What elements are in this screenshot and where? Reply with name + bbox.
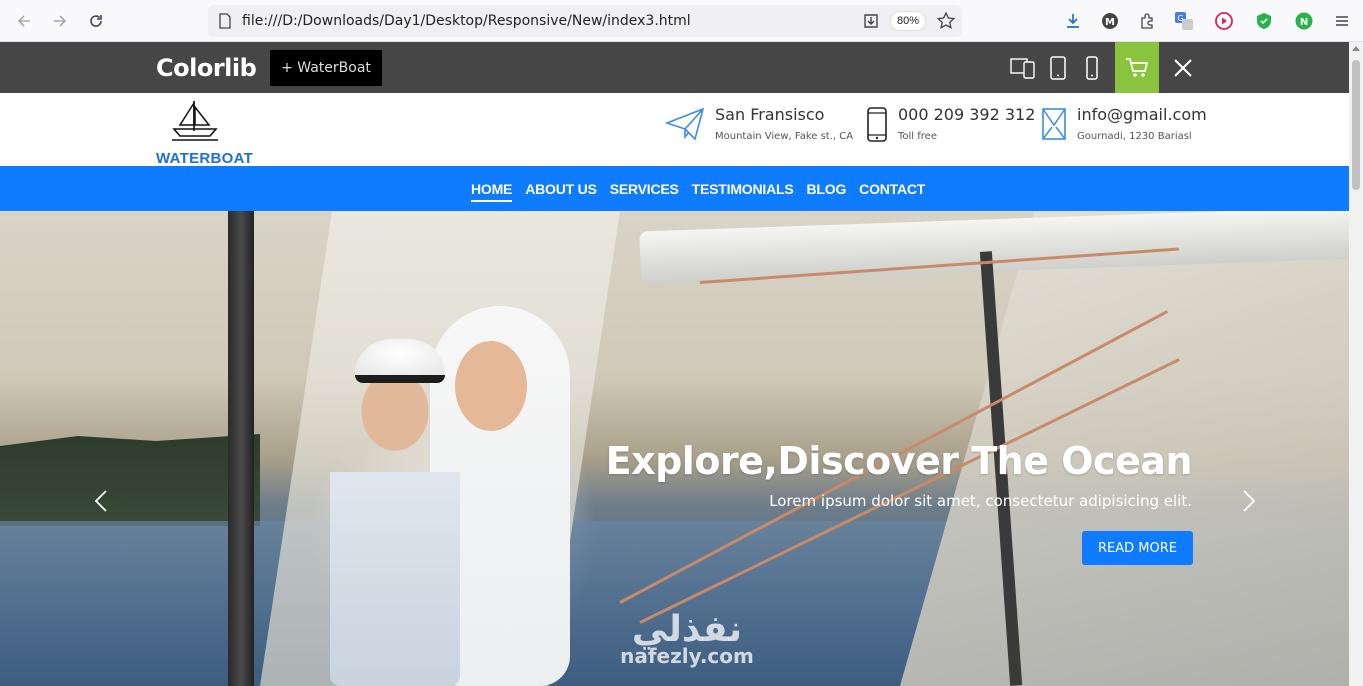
contact-title: 000 209 392 312 — [898, 105, 1036, 124]
nav-contact[interactable]: CONTACT — [859, 166, 925, 211]
watermark-domain: nafezly.com — [620, 644, 754, 668]
shield-icon[interactable] — [1254, 11, 1274, 31]
read-more-button[interactable]: READ MORE — [1082, 531, 1193, 565]
back-arrow-icon[interactable] — [12, 9, 36, 33]
url-text: file:///D:/Downloads/Day1/Desktop/Respon… — [242, 13, 691, 29]
n-extension-icon[interactable]: N — [1294, 11, 1314, 31]
hero-subtitle: Lorem ipsum dolor sit amet, consectetur … — [769, 492, 1192, 510]
scroll-thumb[interactable] — [1352, 60, 1360, 190]
translate-icon[interactable]: G — [1174, 11, 1194, 31]
nav-testimonials[interactable]: TESTIMONIALS — [692, 166, 794, 211]
browser-toolbar: file:///D:/Downloads/Day1/Desktop/Respon… — [0, 0, 1363, 42]
close-icon[interactable] — [1170, 55, 1196, 81]
forward-arrow-icon[interactable] — [48, 9, 72, 33]
person-man — [330, 341, 460, 686]
svg-text:M: M — [1105, 17, 1115, 28]
m-extension-icon[interactable]: M — [1100, 11, 1120, 31]
reload-icon[interactable] — [84, 9, 108, 33]
svg-text:N: N — [1300, 17, 1308, 28]
envelope-icon — [1041, 107, 1067, 146]
hero-slider: Explore,Discover The Ocean Lorem ipsum d… — [0, 211, 1349, 686]
page-scrollbar[interactable] — [1349, 42, 1363, 686]
treeline — [0, 434, 260, 526]
scroll-up-icon[interactable] — [1352, 46, 1360, 51]
bookmark-star-icon[interactable] — [936, 11, 956, 31]
play-icon[interactable] — [1214, 11, 1234, 31]
nav-blog[interactable]: BLOG — [807, 166, 847, 211]
template-name-button[interactable]: + WaterBoat — [270, 50, 382, 86]
file-icon — [219, 13, 231, 29]
download-icon[interactable] — [1063, 11, 1083, 31]
desktop-tablet-icon[interactable] — [1010, 55, 1036, 81]
paper-plane-icon — [664, 107, 705, 146]
colorlib-logo[interactable]: Colorlib — [156, 54, 257, 82]
contact-sub: Mountain View, Fake st., CA — [715, 131, 854, 142]
contact-title: San Fransisco — [715, 105, 825, 124]
address-bar[interactable]: file:///D:/Downloads/Day1/Desktop/Respon… — [208, 5, 962, 37]
nav-services[interactable]: SERVICES — [610, 166, 679, 211]
tablet-icon[interactable] — [1045, 55, 1071, 81]
phone-icon — [866, 107, 888, 148]
contact-title: info@gmail.com — [1077, 105, 1207, 124]
carousel-prev-icon[interactable] — [89, 489, 113, 513]
waterboat-logo[interactable]: WATERBOAT — [156, 99, 253, 167]
nav-about-us[interactable]: ABOUT US — [525, 166, 597, 211]
logo-text: WATERBOAT — [156, 150, 254, 167]
zoom-level[interactable]: 80% — [890, 11, 926, 31]
save-page-icon[interactable] — [862, 12, 880, 30]
puzzle-icon[interactable] — [1137, 11, 1157, 31]
main-navigation: HOME ABOUT US SERVICES TESTIMONIALS BLOG… — [0, 166, 1349, 211]
person-woman-face — [455, 341, 527, 431]
mobile-icon[interactable] — [1079, 55, 1105, 81]
sailboat-icon — [172, 100, 218, 141]
carousel-next-icon[interactable] — [1237, 489, 1261, 513]
cart-icon[interactable] — [1115, 42, 1159, 93]
contact-sub: Toll free — [898, 131, 937, 142]
nav-home[interactable]: HOME — [471, 166, 513, 211]
site-header: WATERBOAT San Fransisco Mountain View, F… — [0, 93, 1349, 167]
colorlib-preview-bar: Colorlib + WaterBoat — [0, 42, 1349, 93]
mast — [228, 211, 254, 686]
contact-sub: Gournadi, 1230 Bariasl — [1077, 131, 1192, 142]
watermark: نفذلي nafezly.com — [602, 609, 772, 684]
hero-title: Explore,Discover The Ocean — [605, 439, 1193, 483]
menu-icon[interactable] — [1332, 11, 1352, 31]
